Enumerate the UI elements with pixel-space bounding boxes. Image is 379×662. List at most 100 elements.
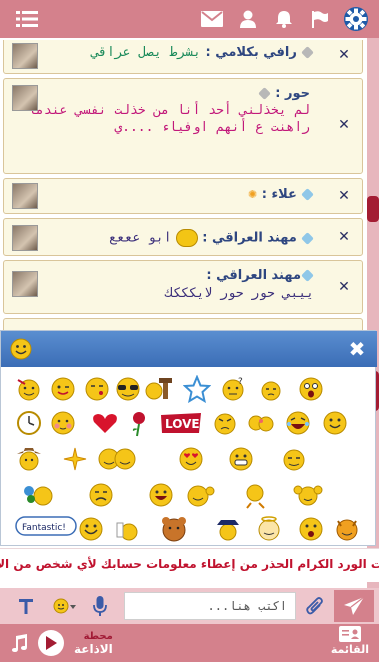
scroll-thumb[interactable]: [367, 196, 379, 222]
notice-text: ت الورد الكرام الحذر من إعطاء معلومات حس…: [0, 557, 379, 571]
smiley-icon[interactable]: [9, 337, 33, 361]
message-text: ابو عععع: [108, 230, 172, 246]
emoji-star-icon[interactable]: [183, 375, 211, 403]
emoji-laughing-icon[interactable]: [283, 409, 313, 437]
mail-icon[interactable]: [195, 2, 229, 36]
bell-icon[interactable]: [267, 2, 301, 36]
emoji-sunglasses-icon[interactable]: [111, 375, 145, 403]
close-icon[interactable]: ✕: [334, 117, 354, 133]
emoji-heart-icon[interactable]: [91, 409, 119, 437]
emoji-icon: [175, 229, 198, 247]
emoji-wave-icon[interactable]: [185, 481, 215, 509]
emoji-run-icon[interactable]: [241, 481, 271, 509]
emoji-panel-header: ✖: [1, 331, 377, 367]
menu-icon[interactable]: [10, 2, 44, 36]
sender-name[interactable]: حور: [285, 86, 310, 101]
avatar[interactable]: [12, 43, 38, 69]
sun-icon: ✺: [247, 188, 258, 201]
emoji-sleepy-icon[interactable]: [257, 375, 285, 403]
emoji-cheer-icon[interactable]: [77, 515, 105, 543]
attachment-icon[interactable]: [302, 592, 328, 620]
message-body: مهند العراقي : ابو عععع: [30, 229, 314, 247]
play-icon: [46, 636, 57, 650]
svg-text:Fantastic!: Fantastic!: [22, 523, 66, 533]
contact-card-icon: [338, 626, 361, 642]
emoji-cowboy-icon[interactable]: [15, 445, 43, 473]
emoji-chef-icon[interactable]: [113, 515, 141, 543]
music-note-icon: [12, 634, 27, 652]
message-text: بشرط يصل عراقي: [91, 45, 201, 60]
rank-badge-icon: [301, 46, 314, 59]
emoji-angel-icon[interactable]: [255, 515, 283, 543]
emoji-bear-icon[interactable]: [157, 515, 191, 543]
emoji-picker-button[interactable]: [50, 592, 78, 620]
emoji-smile-icon[interactable]: [321, 409, 349, 437]
emoji-heart-eyes-icon[interactable]: [177, 445, 205, 473]
sender-name[interactable]: علاء: [271, 187, 296, 202]
list-button[interactable]: القائمة: [331, 626, 369, 656]
message-item: ✕ مهند العراقي : ابو عععع: [3, 218, 363, 256]
emoji-hug-icon[interactable]: [247, 409, 275, 437]
emoji-mallet-icon[interactable]: [145, 375, 173, 403]
emoji-wow-icon[interactable]: [297, 515, 325, 543]
emoji-kiss-icon[interactable]: [83, 375, 111, 403]
message-item: ✕ حور : لم يخذلني أحد أنا من خذلت نفسي ع…: [3, 78, 363, 174]
emoji-clock-icon[interactable]: [15, 409, 43, 437]
emoji-flowers-icon[interactable]: [21, 481, 55, 509]
avatar[interactable]: [12, 183, 38, 209]
emoji-rose-icon[interactable]: [125, 409, 153, 437]
emoji-angry-icon[interactable]: [211, 409, 239, 437]
sender-name[interactable]: مهند العراقي: [212, 231, 297, 246]
message-body: حور : لم يخذلني أحد أنا من خذلت نفسي عند…: [14, 85, 310, 136]
message-text: ييبي حور حور لايكككك: [165, 286, 314, 301]
emoji-clap-icon[interactable]: [293, 481, 323, 509]
radio-player: محطة الاذاعة: [10, 628, 113, 658]
rank-badge-icon: [301, 188, 314, 201]
emoji-sparkle-icon[interactable]: [61, 445, 89, 473]
avatar[interactable]: [12, 271, 38, 297]
emoji-happy-icon[interactable]: [147, 481, 175, 509]
emoji-dance-icon[interactable]: [95, 445, 139, 473]
message-text: لم يخذلني أحد أنا من خذلت نفسي عندما راه…: [28, 103, 310, 135]
emoji-police-icon[interactable]: [213, 515, 243, 543]
message-item: ✕ مهند العراقي : ييبي حور حور لايكككك: [3, 260, 363, 314]
emoji-shocked-icon[interactable]: [297, 375, 325, 403]
flag-icon[interactable]: [303, 2, 337, 36]
avatar[interactable]: [12, 85, 38, 111]
emoji-devil-icon[interactable]: [333, 515, 361, 543]
text-format-icon[interactable]: [14, 592, 38, 620]
emoji-thinking-icon[interactable]: ?: [219, 375, 247, 403]
list-label: القائمة: [330, 643, 369, 656]
sender-name[interactable]: مهند العراقي: [216, 268, 301, 283]
emoji-panel: ✖ ? LOVE Fantastic!: [0, 330, 377, 546]
play-button[interactable]: [38, 630, 64, 656]
message-input[interactable]: اكتب هنا...: [124, 592, 296, 620]
radio-label: الاذاعة: [74, 642, 113, 656]
sender-name[interactable]: رافي بكلامي: [215, 45, 297, 60]
close-icon[interactable]: ✕: [334, 279, 354, 295]
message-body: رافي بكلامي : بشرط يصل عراقي: [30, 45, 314, 60]
emoji-wink-icon[interactable]: [49, 375, 77, 403]
close-icon[interactable]: ✕: [334, 188, 354, 204]
close-emoji-panel-button[interactable]: ✖: [345, 337, 369, 361]
close-icon[interactable]: ✕: [334, 47, 354, 63]
chat-screen: ✕ رافي بكلامي : بشرط يصل عراقي ✕ حور : ل…: [0, 0, 379, 662]
rank-badge-icon: [257, 87, 271, 100]
emoji-sad-icon[interactable]: [87, 481, 115, 509]
message-item: ✕ رافي بكلامي : بشرط يصل عراقي: [3, 40, 363, 74]
emoji-smug-icon[interactable]: [279, 445, 309, 473]
send-button[interactable]: [334, 590, 374, 622]
gear-icon[interactable]: [339, 2, 373, 36]
send-icon: [344, 596, 365, 615]
rank-badge-icon: [301, 269, 314, 282]
close-icon[interactable]: ✕: [334, 229, 354, 245]
user-icon[interactable]: [231, 2, 265, 36]
message-item: ✕ علاء : ✺: [3, 178, 363, 214]
avatar[interactable]: [12, 225, 38, 251]
emoji-love-icon[interactable]: LOVE: [159, 409, 203, 437]
microphone-icon[interactable]: [88, 592, 112, 620]
emoji-fantastic-icon[interactable]: Fantastic!: [15, 515, 77, 539]
emoji-blush-icon[interactable]: [49, 409, 77, 437]
emoji-cupid-icon[interactable]: [15, 375, 43, 403]
emoji-grin-icon[interactable]: [227, 445, 255, 473]
